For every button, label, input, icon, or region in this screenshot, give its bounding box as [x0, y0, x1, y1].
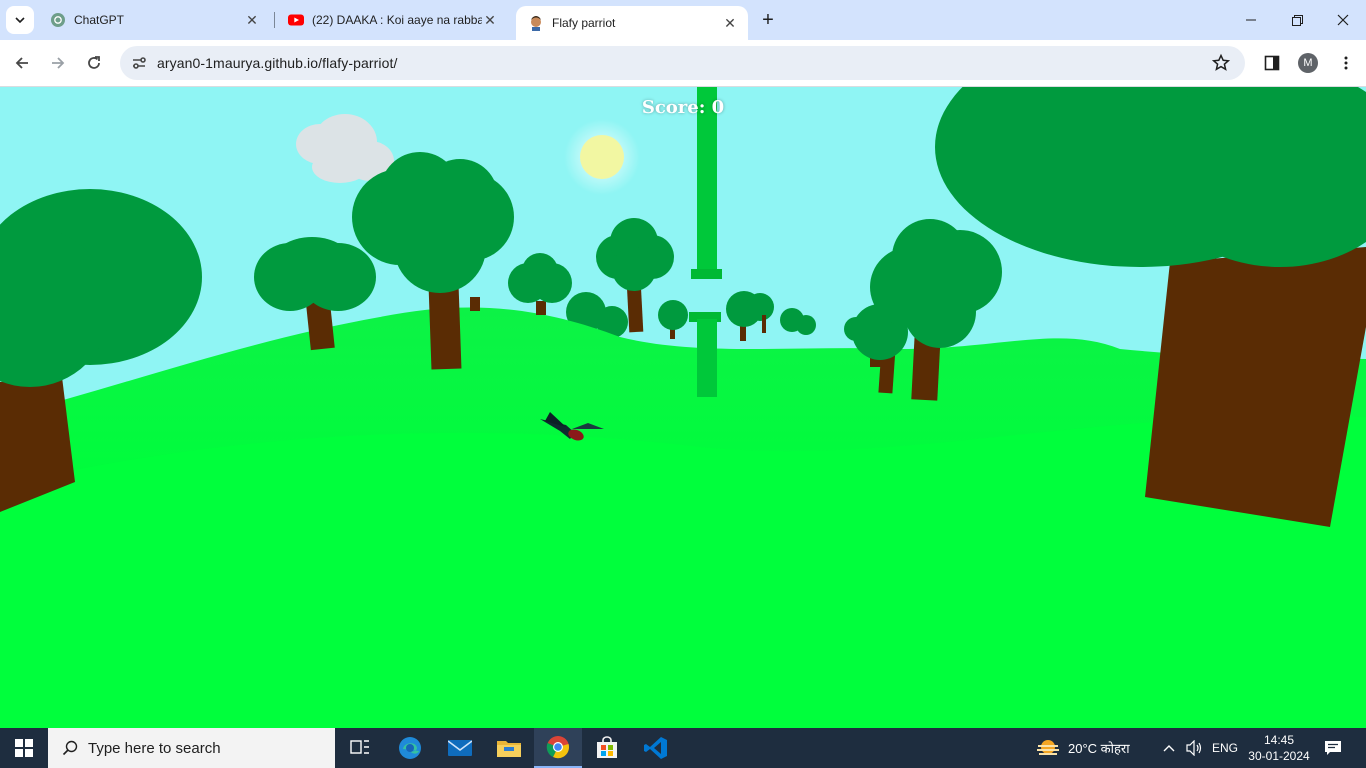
close-window-button[interactable] — [1320, 0, 1366, 40]
tab-flafy-parriot[interactable]: Flafy parriot ✕ — [516, 6, 748, 40]
site-settings-icon[interactable] — [129, 53, 149, 73]
address-bar[interactable]: aryan0-1maurya.github.io/flafy-parriot/ — [120, 46, 1245, 80]
mail-icon — [448, 740, 472, 756]
reload-button[interactable] — [80, 49, 108, 77]
browser-toolbar: aryan0-1maurya.github.io/flafy-parriot/ — [0, 40, 1366, 87]
taskbar-store[interactable] — [583, 728, 631, 768]
taskbar-chrome[interactable] — [534, 728, 582, 768]
tab-strip: ChatGPT ✕ (22) DAAKA : Koi aaye na rabba… — [0, 0, 1366, 40]
minimize-button[interactable] — [1228, 0, 1274, 40]
chevron-up-icon — [1163, 745, 1175, 752]
chatgpt-icon — [51, 13, 65, 27]
restore-button[interactable] — [1274, 0, 1320, 40]
windows-taskbar: Type here to search 20°C कोहरा ENG 14:45… — [0, 728, 1366, 768]
windows-logo-icon — [15, 739, 33, 757]
clock-date: 30-01-2024 — [1248, 749, 1310, 763]
chrome-icon — [546, 736, 569, 759]
browser-menu-button[interactable] — [1334, 51, 1358, 75]
vscode-icon — [644, 737, 667, 759]
score-display: Score: 0 — [641, 97, 725, 118]
bookmark-star-icon[interactable] — [1211, 53, 1231, 73]
notifications-button[interactable] — [1324, 728, 1342, 768]
tab-divider — [274, 12, 275, 28]
tab-youtube[interactable]: (22) DAAKA : Koi aaye na rabba ✕ — [276, 0, 508, 40]
game-scene — [0, 87, 1366, 728]
close-icon[interactable]: ✕ — [722, 15, 738, 31]
arrow-left-icon — [15, 57, 28, 69]
task-view-icon — [350, 740, 369, 754]
close-icon[interactable]: ✕ — [482, 12, 498, 28]
taskbar-search-box[interactable]: Type here to search — [48, 728, 335, 768]
screen: ChatGPT ✕ (22) DAAKA : Koi aaye na rabba… — [0, 0, 1366, 768]
speaker-icon — [1186, 740, 1202, 756]
notification-icon — [1325, 741, 1341, 755]
side-panel-icon — [1264, 55, 1280, 71]
tab-title: Flafy parriot — [552, 16, 616, 30]
chevron-down-icon — [15, 17, 25, 24]
tab-title: ChatGPT — [74, 13, 125, 27]
minimize-icon — [1246, 19, 1256, 21]
new-tab-button[interactable]: + — [756, 8, 780, 32]
game-canvas[interactable]: Score: 0 — [0, 87, 1366, 728]
search-icon — [62, 740, 78, 756]
show-hidden-icons[interactable] — [1162, 728, 1176, 768]
language-indicator[interactable]: ENG — [1212, 728, 1238, 768]
back-button[interactable] — [8, 49, 36, 77]
taskbar-edge[interactable] — [386, 728, 434, 768]
task-view-button[interactable] — [336, 728, 384, 768]
system-clock[interactable]: 14:45 30-01-2024 — [1244, 732, 1314, 764]
forward-button[interactable] — [44, 49, 72, 77]
close-icon — [1337, 14, 1349, 26]
sun — [564, 119, 640, 195]
taskbar-file-explorer[interactable] — [485, 728, 533, 768]
url-text: aryan0-1maurya.github.io/flafy-parriot/ — [157, 55, 398, 71]
tab-search-button[interactable] — [6, 6, 34, 34]
folder-icon — [497, 741, 521, 757]
more-vertical-icon — [1344, 56, 1348, 70]
fog-sun-icon — [1037, 740, 1059, 755]
arrow-right-icon — [52, 57, 65, 69]
clock-time: 14:45 — [1263, 733, 1295, 747]
start-button[interactable] — [0, 728, 48, 768]
youtube-icon — [288, 14, 304, 26]
store-icon — [597, 736, 617, 758]
tab-title: (22) DAAKA : Koi aaye na rabba — [312, 13, 482, 27]
restore-icon — [1291, 14, 1303, 26]
parrot-avatar-icon — [531, 16, 541, 31]
close-icon[interactable]: ✕ — [244, 12, 260, 28]
tab-chatgpt[interactable]: ChatGPT ✕ — [38, 0, 270, 40]
volume-button[interactable] — [1186, 728, 1204, 768]
weather-widget[interactable]: 20°C कोहरा — [1036, 728, 1130, 768]
reload-icon — [88, 56, 100, 69]
weather-text: 20°C कोहरा — [1068, 741, 1130, 756]
taskbar-mail[interactable] — [436, 728, 484, 768]
taskbar-vscode[interactable] — [632, 728, 680, 768]
profile-avatar[interactable]: M — [1298, 53, 1318, 73]
edge-icon — [399, 737, 421, 759]
search-placeholder: Type here to search — [88, 739, 221, 757]
side-panel-button[interactable] — [1260, 51, 1284, 75]
